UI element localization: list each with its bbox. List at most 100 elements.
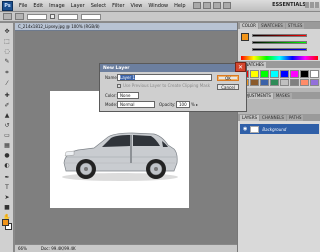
mini-bridge-button[interactable] [202, 2, 211, 9]
menu-select[interactable]: Select [88, 3, 109, 9]
color-panel-foreground[interactable] [241, 33, 249, 41]
tab-color[interactable]: COLOR [240, 22, 258, 29]
menu-edit[interactable]: Edit [30, 3, 46, 9]
swatch[interactable] [280, 78, 289, 86]
ok-button[interactable]: OK [217, 75, 239, 81]
gradient-tool-icon[interactable]: ▦ [3, 141, 11, 149]
refine-edge-button[interactable] [81, 13, 101, 20]
menu-help[interactable]: Help [171, 3, 188, 9]
document-tab[interactable]: C_214x1812_Lipsey.jpg @ 100% (RGB/8) [15, 23, 237, 31]
menu-filter[interactable]: Filter [109, 3, 127, 9]
menu-file[interactable]: File [16, 3, 30, 9]
quick-select-tool-icon[interactable]: ✎ [3, 57, 11, 65]
swatch[interactable] [250, 78, 259, 86]
close-icon[interactable]: ✕ [235, 62, 246, 72]
swatch[interactable] [280, 70, 289, 78]
menu-view[interactable]: View [128, 3, 146, 9]
swatch[interactable] [250, 70, 259, 78]
panel-dock: COLOR SWATCHES STYLES SWATCHES ADJUSTMEN… [237, 22, 320, 252]
layer-row[interactable]: ◉ Background [240, 124, 319, 134]
swatch[interactable] [300, 70, 309, 78]
clipping-mask-checkbox[interactable] [117, 84, 121, 88]
tab-layers[interactable]: LAYERS [240, 114, 260, 121]
color-spectrum[interactable] [241, 56, 318, 60]
status-bar: 66% Doc: 99.4K/99.4K [15, 244, 237, 252]
swatch[interactable] [260, 78, 269, 86]
green-slider[interactable] [252, 41, 307, 44]
type-tool-icon[interactable]: T [3, 183, 11, 191]
eyedropper-tool-icon[interactable]: ⁄ [3, 79, 11, 87]
swatch[interactable] [300, 78, 309, 86]
opacity-value: 100 [179, 102, 187, 107]
opacity-label: Opacity: [159, 102, 176, 107]
eraser-tool-icon[interactable]: ▭ [3, 131, 11, 139]
shape-tool-icon[interactable]: ■ [3, 203, 11, 211]
healing-tool-icon[interactable]: ✚ [3, 91, 11, 99]
close-window-button[interactable] [315, 2, 319, 8]
menu-image[interactable]: Image [46, 3, 68, 9]
swatch[interactable] [290, 78, 299, 86]
adjustments-panel-tabs: ADJUSTMENTS MASKS [238, 92, 320, 99]
foreground-color-swatch[interactable] [2, 219, 9, 226]
swatch[interactable] [310, 78, 319, 86]
hand-button[interactable] [222, 2, 231, 9]
tab-paths[interactable]: PATHS [286, 114, 304, 121]
zoom-level[interactable]: 66% [18, 246, 27, 251]
style-select[interactable] [58, 13, 78, 20]
layer-thumbnail [250, 125, 260, 133]
opacity-arrow-icon[interactable]: ▸ [196, 102, 198, 107]
opacity-unit: % [191, 102, 195, 107]
options-bar [0, 12, 320, 22]
workspace-switcher[interactable]: ESSENTIALS [272, 2, 306, 8]
menu-window[interactable]: Window [145, 3, 171, 9]
zoom-level-button[interactable] [212, 2, 221, 9]
swatch[interactable] [310, 70, 319, 78]
swatch[interactable] [270, 78, 279, 86]
tab-channels[interactable]: CHANNELS [260, 114, 286, 121]
layer-name-field[interactable]: Layer 1 [117, 74, 212, 81]
move-tool-icon[interactable]: ✥ [3, 27, 11, 35]
tab-styles[interactable]: STYLES [285, 22, 305, 29]
blue-slider[interactable] [252, 48, 307, 51]
tool-preset-picker[interactable] [3, 13, 12, 20]
clone-stamp-tool-icon[interactable]: ▲ [3, 111, 11, 119]
crop-tool-icon[interactable]: ⌗ [3, 69, 11, 77]
doc-size-info: Doc: 99.4K/99.4K [40, 246, 76, 251]
mode-select[interactable]: Normal [117, 101, 155, 108]
maximize-button[interactable] [310, 2, 314, 8]
photoshop-logo: Ps [2, 0, 13, 11]
eye-icon[interactable]: ◉ [243, 126, 247, 132]
dodge-tool-icon[interactable]: ◐ [3, 161, 11, 169]
swatch[interactable] [290, 70, 299, 78]
marquee-tool-icon[interactable]: ⬚ [3, 37, 11, 45]
anti-alias-checkbox[interactable] [50, 14, 55, 19]
selection-mode-icons[interactable] [15, 13, 24, 20]
red-slider[interactable] [252, 34, 307, 37]
swatch[interactable] [270, 70, 279, 78]
history-brush-tool-icon[interactable]: ↺ [3, 121, 11, 129]
cancel-button[interactable]: Cancel [217, 84, 239, 90]
color-panel [238, 29, 320, 61]
blur-tool-icon[interactable]: ● [3, 151, 11, 159]
layers-panel: ◉ Background [238, 121, 320, 252]
menubar: Ps File Edit Image Layer Select Filter V… [0, 0, 320, 12]
app-bar-buttons [192, 2, 231, 9]
tab-swatches[interactable]: SWATCHES [258, 22, 285, 29]
opacity-field[interactable]: 100 [176, 101, 190, 108]
color-select[interactable]: None [117, 92, 139, 99]
swatch[interactable] [260, 70, 269, 78]
tab-masks[interactable]: MASKS [273, 92, 292, 99]
swatches-grid [238, 68, 320, 88]
layer-name-value: Layer 1 [120, 75, 135, 80]
lasso-tool-icon[interactable]: ◌ [3, 47, 11, 55]
mode-label: Mode: [105, 102, 118, 107]
swatch-panel-tabs: SWATCHES [238, 61, 320, 68]
minimize-button[interactable] [305, 2, 309, 8]
feather-field[interactable] [27, 13, 47, 20]
path-select-tool-icon[interactable]: ➤ [3, 193, 11, 201]
bridge-button[interactable] [192, 2, 201, 9]
menu-layer[interactable]: Layer [68, 3, 88, 9]
pen-tool-icon[interactable]: ✒ [3, 173, 11, 181]
color-select-value: None [120, 93, 131, 98]
brush-tool-icon[interactable]: ✐ [3, 101, 11, 109]
